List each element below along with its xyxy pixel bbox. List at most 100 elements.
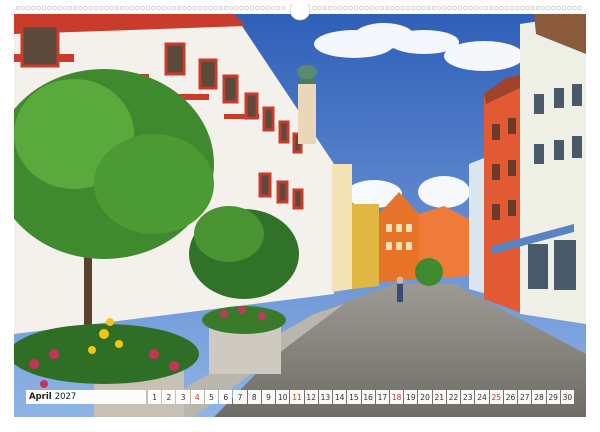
binding-ring-icon — [452, 5, 457, 11]
binding-ring-icon — [369, 5, 374, 11]
binding-ring-icon — [31, 5, 36, 11]
binding-ring-icon — [197, 5, 203, 11]
day-cell: 7 — [233, 390, 247, 404]
day-cell: 8 — [247, 390, 261, 404]
day-cells: 1 2 3 4 5 6 7 8 9 10 11 12 13 14 15 16 17 18 19 20 21 22 23 24 2… — [148, 390, 575, 404]
binding-ring-icon — [431, 5, 437, 11]
day-cell: 15 — [347, 390, 361, 404]
binding-ring-icon — [156, 5, 161, 11]
day-cell: 17 — [375, 390, 389, 404]
month-label: April 2027 — [26, 390, 146, 404]
binding-ring-icon — [41, 5, 47, 11]
binding-ring-icon — [561, 5, 567, 11]
binding-ring-icon — [57, 5, 62, 11]
day-cell: 30 — [560, 390, 575, 404]
binding-ring-icon — [525, 5, 530, 11]
day-cell: 3 — [176, 390, 190, 404]
binding-ring-icon — [67, 5, 73, 11]
binding-ring-icon — [15, 5, 21, 11]
binding-ring-icon — [21, 5, 26, 11]
binding-ring-icon — [395, 5, 400, 11]
binding-ring-icon — [88, 5, 93, 11]
day-cell: 19 — [404, 390, 418, 404]
binding-ring-icon — [114, 5, 119, 11]
binding-ring-icon — [535, 5, 541, 11]
binding-ring-icon — [463, 5, 468, 11]
binding-ring-icon — [78, 5, 83, 11]
binding-ring-icon — [520, 5, 525, 11]
binding-ring-icon — [353, 5, 359, 11]
day-cell: 4 — [190, 390, 204, 404]
day-cell: 5 — [204, 390, 219, 404]
binding-ring-icon — [93, 5, 99, 11]
binding-ring-icon — [338, 5, 343, 11]
day-cell: 16 — [361, 390, 375, 404]
binding-ring-icon — [62, 5, 67, 11]
binding-ring-icon — [359, 5, 364, 11]
binding-ring-icon — [509, 5, 515, 11]
binding-ring-icon — [468, 5, 473, 11]
binding-ring-icon — [312, 5, 317, 11]
binding-ring-icon — [504, 5, 509, 11]
binding-ring-icon — [572, 5, 577, 11]
binding-ring-icon — [151, 5, 156, 11]
spiral-binding — [15, 4, 582, 21]
binding-ring-icon — [405, 5, 411, 11]
binding-ring-icon — [478, 5, 483, 11]
binding-ring-icon — [364, 5, 369, 11]
binding-ring-icon — [255, 5, 260, 11]
binding-ring-icon — [140, 5, 145, 11]
binding-ring-icon — [483, 5, 489, 11]
day-cell: 22 — [446, 390, 461, 404]
binding-ring-icon — [442, 5, 447, 11]
day-cell: 1 — [148, 390, 162, 404]
binding-ring-icon — [400, 5, 405, 11]
binding-ring-icon — [348, 5, 353, 11]
day-cell: 20 — [418, 390, 432, 404]
day-cell: 14 — [333, 390, 347, 404]
day-cell: 27 — [518, 390, 532, 404]
binding-ring-icon — [270, 5, 275, 11]
binding-ring-icon — [426, 5, 431, 11]
binding-ring-icon — [473, 5, 478, 11]
day-cell: 24 — [475, 390, 489, 404]
binding-ring-icon — [109, 5, 114, 11]
day-cell: 28 — [532, 390, 546, 404]
hanger-hole-icon — [289, 4, 311, 21]
binding-ring-icon — [208, 5, 213, 11]
binding-ring-icon — [437, 5, 442, 11]
binding-ring-icon — [145, 5, 151, 11]
binding-ring-icon — [379, 5, 385, 11]
binding-ring-icon — [457, 5, 463, 11]
binding-ring-icon — [416, 5, 421, 11]
binding-ring-icon — [223, 5, 229, 11]
binding-ring-icon — [73, 5, 78, 11]
binding-ring-icon — [99, 5, 104, 11]
binding-ring-icon — [577, 5, 582, 11]
day-cell: 13 — [318, 390, 333, 404]
binding-ring-icon — [239, 5, 244, 11]
binding-ring-icon — [130, 5, 135, 11]
day-cell: 6 — [219, 390, 233, 404]
binding-ring-icon — [166, 5, 171, 11]
binding-ring-icon — [541, 5, 546, 11]
binding-ring-icon — [36, 5, 41, 11]
street-scene-illustration — [14, 14, 586, 417]
day-cell: 25 — [489, 390, 503, 404]
binding-ring-icon — [556, 5, 561, 11]
binding-ring-icon — [213, 5, 218, 11]
binding-ring-icon — [374, 5, 379, 11]
binding-ring-icon — [52, 5, 57, 11]
day-cell: 29 — [546, 390, 560, 404]
binding-ring-icon — [47, 5, 52, 11]
binding-ring-icon — [567, 5, 572, 11]
day-cell: 11 — [290, 390, 304, 404]
binding-ring-icon — [551, 5, 556, 11]
binding-ring-icon — [26, 5, 31, 11]
binding-ring-icon — [546, 5, 551, 11]
binding-ring-icon — [192, 5, 197, 11]
binding-ring-icon — [343, 5, 348, 11]
binding-ring-icon — [385, 5, 390, 11]
binding-ring-icon — [125, 5, 130, 11]
binding-ring-icon — [119, 5, 125, 11]
